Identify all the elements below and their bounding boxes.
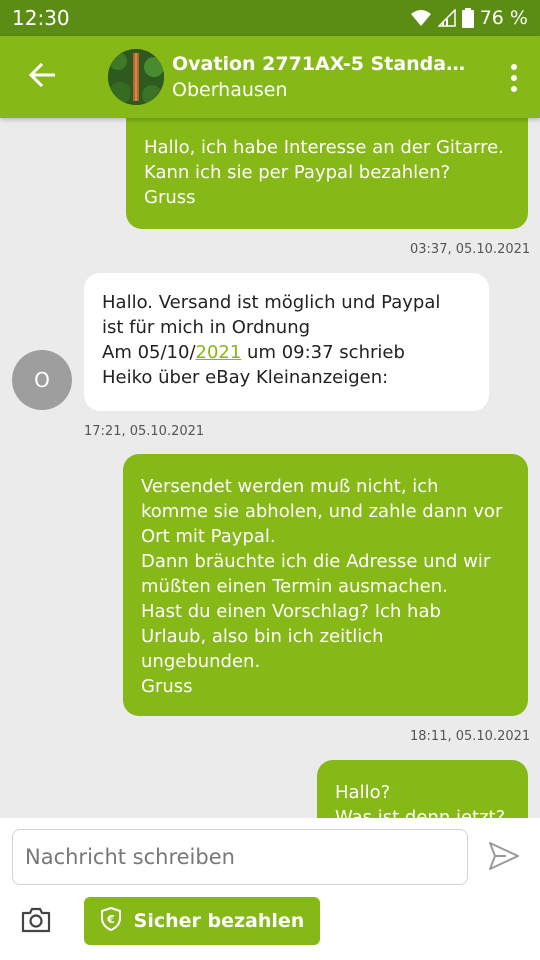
avatar-letter: O (34, 368, 50, 392)
message-input[interactable] (12, 829, 468, 885)
wifi-icon (410, 9, 432, 27)
contact-avatar[interactable]: O (12, 350, 72, 410)
message-line: ist für mich in Ordnung (102, 317, 311, 338)
status-bar: 12:30 76 % (0, 0, 540, 36)
battery-icon (461, 8, 474, 28)
message-line: Gruss (141, 676, 193, 697)
message-line: Hallo. Versand ist möglich und Paypal (102, 292, 441, 313)
message-line: Heiko über eBay Kleinanzeigen: (102, 367, 389, 388)
message-line: Versendet werden muß nicht, ich (141, 476, 439, 497)
message-timestamp: 18:11, 05.10.2021 (410, 729, 531, 744)
conversation-header[interactable]: Ovation 2771AX-5 Standard B… Oberhausen (172, 53, 472, 101)
listing-thumbnail[interactable] (108, 49, 164, 105)
message-line: Hallo? (335, 782, 391, 803)
message-line: müßten einen Termin ausmachen. (141, 576, 448, 597)
message-line: Was ist denn jetzt? (335, 807, 506, 818)
message-line: Kann ich sie per Paypal bezahlen? (144, 162, 451, 183)
more-vert-icon[interactable] (508, 64, 520, 92)
euro-shield-icon: € (100, 906, 122, 936)
send-icon (488, 841, 520, 876)
listing-location: Oberhausen (172, 79, 288, 101)
camera-button[interactable] (16, 902, 56, 942)
message-link[interactable]: 2021 (196, 342, 242, 363)
message-line: Dann bräuchte ich die Adresse und wir (141, 551, 491, 572)
message-line: ungebunden. (141, 651, 261, 672)
svg-text:€: € (106, 913, 115, 926)
message-bubble-outgoing[interactable]: Hallo, ich habe Interesse an der Gitarre… (126, 118, 528, 229)
listing-title: Ovation 2771AX-5 Standard B… (172, 53, 472, 75)
secure-pay-label: Sicher bezahlen (133, 910, 305, 932)
message-line: komme sie abholen, und zahle dann vor (141, 501, 503, 522)
message-timestamp: 17:21, 05.10.2021 (84, 424, 205, 439)
message-text: Am 05/10/ (102, 342, 196, 363)
message-bubble-incoming[interactable]: Hallo. Versand ist möglich und Paypal is… (84, 273, 489, 411)
message-line: Urlaub, also bin ich zeitlich (141, 626, 384, 647)
message-line: Hast du einen Vorschlag? Ich hab (141, 601, 441, 622)
composer: € Sicher bezahlen (0, 818, 540, 960)
secure-pay-button[interactable]: € Sicher bezahlen (84, 897, 320, 945)
message-line: Gruss (144, 187, 196, 208)
send-button[interactable] (484, 840, 524, 876)
camera-icon (20, 906, 52, 939)
message-bubble-outgoing[interactable]: Hallo? Was ist denn jetzt? (317, 760, 528, 818)
back-button[interactable] (0, 36, 84, 118)
status-time: 12:30 (12, 6, 70, 30)
app-bar: Ovation 2771AX-5 Standard B… Oberhausen (0, 36, 540, 118)
signal-icon (437, 9, 456, 27)
chat-messages[interactable]: Hallo, ich habe Interesse an der Gitarre… (0, 118, 540, 818)
message-line: Hallo, ich habe Interesse an der Gitarre… (144, 137, 504, 158)
message-line: Am 05/10/2021 um 09:37 schrieb (102, 340, 471, 365)
arrow-left-icon (28, 62, 56, 92)
message-timestamp: 03:37, 05.10.2021 (410, 242, 531, 257)
status-icons: 76 % (410, 7, 528, 29)
message-bubble-outgoing[interactable]: Versendet werden muß nicht, ich komme si… (123, 454, 528, 716)
message-line: Ort mit Paypal. (141, 526, 276, 547)
message-text: um 09:37 schrieb (241, 342, 405, 363)
battery-percent: 76 % (479, 7, 528, 29)
